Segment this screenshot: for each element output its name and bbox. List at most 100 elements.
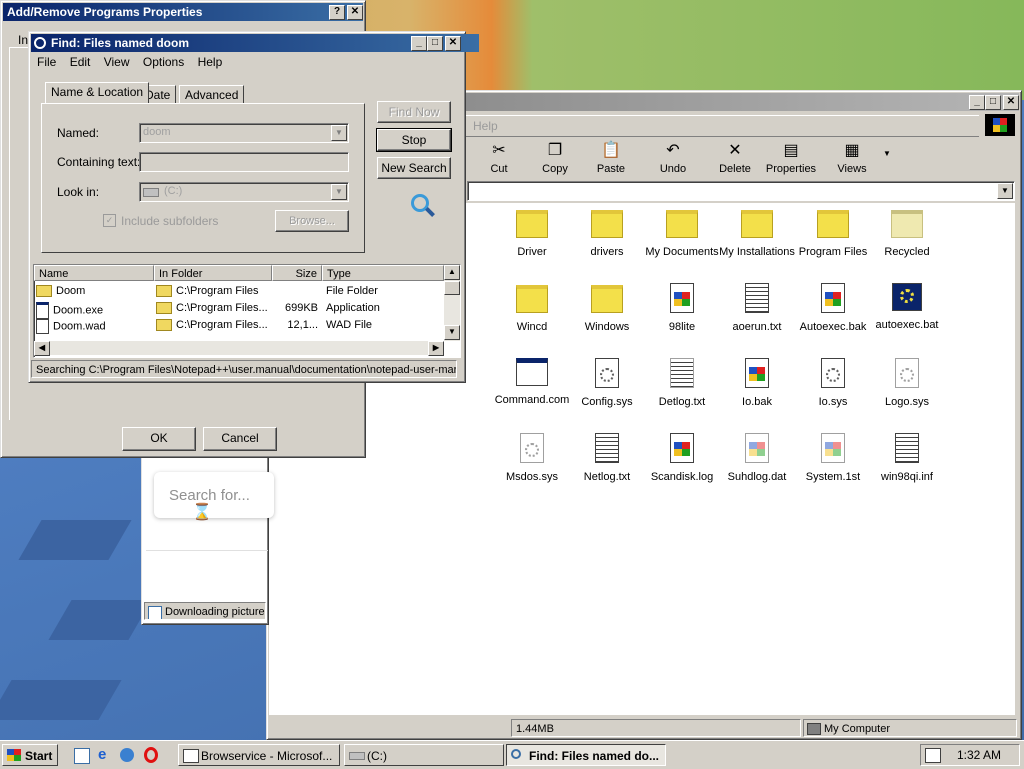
column-name[interactable]: Name — [34, 265, 154, 281]
containing-text-label: Containing text: — [57, 155, 141, 169]
cut-button[interactable]: ✂ Cut — [472, 141, 526, 175]
drive-icon — [349, 752, 365, 760]
scroll-left-icon[interactable]: ◀ — [34, 341, 50, 356]
properties-icon: ▤ — [783, 142, 799, 159]
look-in-dropdown-icon[interactable]: ▼ — [331, 184, 347, 200]
computer-icon — [807, 723, 821, 735]
internet-explorer-icon[interactable]: e — [98, 747, 106, 763]
tab-advanced[interactable]: Advanced — [179, 85, 245, 104]
column-size[interactable]: Size — [272, 265, 322, 281]
status-size: 1.44MB — [511, 719, 801, 737]
properties-button[interactable]: ▤ Properties — [761, 141, 821, 175]
table-row[interactable]: Doom C:\Program Files File Folder — [34, 283, 444, 300]
find-window: Find: Files named doom _ □ ✕ File Edit V… — [28, 31, 479, 383]
folder-icon — [156, 319, 172, 332]
look-in-combo[interactable]: (C:) ▼ — [139, 182, 349, 202]
browser-status-bar: Downloading picture — [144, 602, 266, 620]
find-icon — [511, 749, 521, 759]
paste-icon: 📋 — [601, 142, 621, 159]
new-search-button[interactable]: New Search — [377, 157, 451, 179]
find-status-bar: Searching C:\Program Files\Notepad++\use… — [31, 360, 457, 378]
named-combo[interactable]: doom ▼ — [139, 123, 349, 143]
column-type[interactable]: Type — [322, 265, 444, 281]
table-row[interactable]: Doom.wad C:\Program Files... 12,1... WAD… — [34, 317, 444, 334]
drive-icon — [143, 188, 159, 197]
close-icon[interactable]: ✕ — [347, 5, 363, 20]
scroll-right-icon[interactable]: ▶ — [428, 341, 444, 356]
paste-button[interactable]: 📋 Paste — [584, 141, 638, 175]
system-tray: 1:32 AM — [920, 744, 1020, 766]
folder-icon — [156, 302, 172, 315]
folder-icon — [36, 285, 52, 298]
menu-options[interactable]: Options — [143, 55, 184, 69]
named-dropdown-icon[interactable]: ▼ — [331, 125, 347, 141]
include-subfolders-checkbox[interactable]: ✓ — [103, 214, 116, 227]
containing-text-field[interactable] — [139, 152, 349, 172]
menu-help[interactable]: Help — [198, 55, 223, 69]
windows-logo-icon — [7, 749, 21, 761]
taskbar-browservice[interactable]: Browservice - Microsof... — [178, 744, 340, 766]
minimize-icon[interactable]: _ — [969, 95, 985, 110]
column-in-folder[interactable]: In Folder — [154, 265, 272, 281]
include-subfolders-label: Include subfolders — [121, 214, 219, 228]
add-remove-title-bar[interactable]: Add/Remove Programs Properties — [3, 3, 363, 21]
views-icon: ▦ — [844, 142, 860, 159]
vertical-scrollbar[interactable]: ▲ ▼ — [444, 265, 460, 341]
browse-button[interactable]: Browse... — [275, 210, 349, 232]
delete-icon: ✕ — [728, 142, 742, 159]
named-label: Named: — [57, 126, 100, 140]
browser-window: Search for... ⌛ Downloading picture — [141, 455, 274, 625]
quick-launch: e — [66, 744, 170, 766]
menu-help[interactable]: Help — [473, 119, 498, 133]
menu-view[interactable]: View — [104, 55, 130, 69]
cancel-button[interactable]: Cancel — [203, 427, 277, 451]
menu-edit[interactable]: Edit — [70, 55, 91, 69]
file-icon-grid — [495, 209, 1015, 509]
taskbar-c-drive[interactable]: (C:) — [344, 744, 504, 766]
table-row[interactable]: Doom.exe C:\Program Files... 699KB Appli… — [34, 300, 444, 319]
start-button[interactable]: Start — [2, 744, 58, 766]
views-dropdown-icon[interactable]: ▼ — [883, 149, 891, 158]
delete-button[interactable]: ✕ Delete — [708, 141, 762, 175]
maximize-icon[interactable]: □ — [985, 95, 1001, 110]
address-dropdown-icon[interactable]: ▼ — [997, 183, 1013, 199]
tab-fragment[interactable]: In — [18, 33, 28, 47]
browser-search-box[interactable]: Search for... — [154, 472, 274, 518]
hourglass-cursor-icon: ⌛ — [192, 504, 212, 521]
close-icon[interactable]: ✕ — [1003, 95, 1019, 110]
show-desktop-icon[interactable] — [74, 748, 90, 764]
minimize-icon[interactable]: _ — [411, 36, 427, 51]
results-list: Name In Folder Size Type Doom C:\Program… — [33, 264, 461, 358]
magnifier-handle-icon — [425, 207, 435, 217]
opera-icon[interactable] — [144, 747, 158, 763]
horizontal-scrollbar[interactable]: ◀ ▶ — [34, 341, 444, 356]
find-now-button[interactable]: Find Now — [377, 101, 451, 123]
maximize-icon[interactable]: □ — [427, 36, 443, 51]
browser-divider — [146, 550, 268, 551]
scroll-thumb[interactable] — [444, 281, 460, 295]
taskbar-find[interactable]: Find: Files named do... — [506, 744, 666, 766]
outlook-express-icon[interactable] — [120, 748, 134, 762]
scroll-up-icon[interactable]: ▲ — [444, 265, 460, 280]
folder-icon — [156, 285, 172, 298]
scheduler-tray-icon[interactable] — [925, 748, 941, 763]
find-title-icon — [34, 37, 46, 49]
ok-button[interactable]: OK — [122, 427, 196, 451]
copy-icon: ❐ — [547, 142, 563, 159]
ie-page-icon — [148, 606, 162, 619]
find-menu-bar: File Edit View Options Help — [37, 55, 232, 69]
copy-button[interactable]: ❐ Copy — [528, 141, 582, 175]
tab-name-location[interactable]: Name & Location — [45, 82, 150, 103]
views-button[interactable]: ▦ Views — [825, 141, 879, 175]
address-bar[interactable]: ▼ — [467, 181, 1015, 201]
scroll-down-icon[interactable]: ▼ — [444, 325, 460, 340]
menu-file[interactable]: File — [37, 55, 56, 69]
document-icon — [36, 319, 49, 334]
clock[interactable]: 1:32 AM — [957, 748, 1001, 762]
close-icon[interactable]: ✕ — [445, 36, 461, 51]
stop-button[interactable]: Stop — [376, 128, 452, 152]
undo-button[interactable]: ↶ Undo — [646, 141, 700, 175]
look-in-label: Look in: — [57, 185, 100, 199]
help-icon[interactable]: ? — [329, 5, 345, 20]
status-location: My Computer — [803, 719, 1017, 737]
